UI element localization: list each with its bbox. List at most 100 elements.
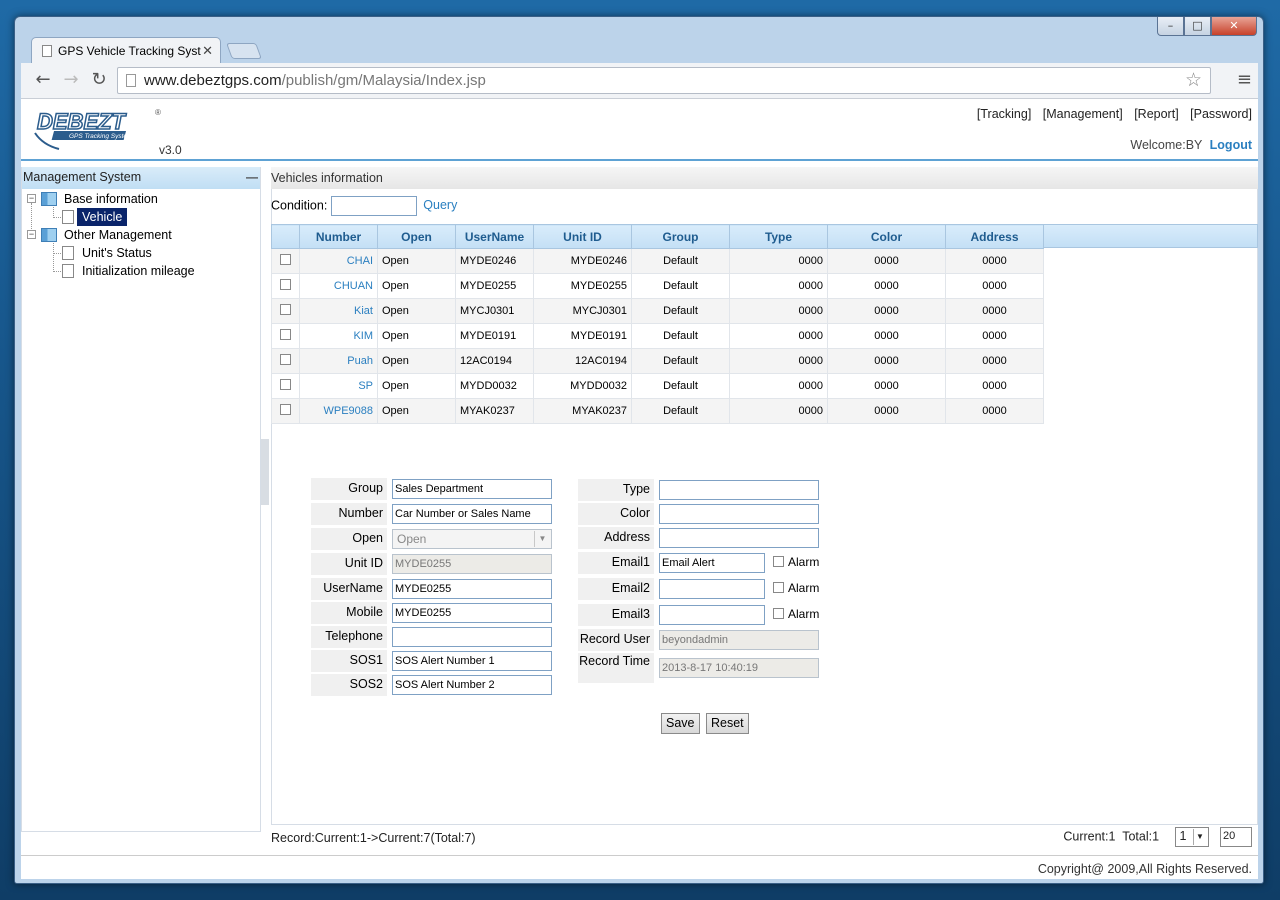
group-field[interactable]: Sales Department [392,479,552,499]
row-checkbox[interactable] [280,254,291,265]
forward-icon[interactable]: → [59,69,83,93]
checkbox-icon[interactable] [773,608,784,619]
table-row[interactable]: SP Open MYDD0032 MYDD0032 Default 0000 0000 000… [271,373,1044,399]
column-header[interactable]: Color [827,224,946,249]
debezt-logo: DEBEZT GPS Tracking System ® [34,108,161,150]
alarm-label: Alarm [788,607,820,621]
sos2-field[interactable]: SOS Alert Number 2 [392,675,552,695]
table-row[interactable]: CHUAN Open MYDE0255 MYDE0255 Default 0000 0000… [271,273,1044,299]
field-label: SOS2 [311,674,387,696]
vehicle-number-link[interactable]: SP [299,373,378,399]
collapse-node-icon[interactable]: − [27,230,36,239]
reload-icon[interactable]: ↻ [87,69,111,93]
vehicle-number-link[interactable]: CHUAN [299,273,378,299]
column-header[interactable]: Type [729,224,828,249]
new-tab-button[interactable] [226,43,262,59]
table-cell: 0000 [729,348,828,374]
sidebar-item-units-status[interactable]: Unit's Status [22,244,252,262]
menu-icon[interactable]: ≡ [1237,69,1252,90]
folder-icon [41,192,57,206]
nav-report[interactable]: [Report] [1134,107,1178,121]
query-link[interactable]: Query [423,198,457,212]
column-header[interactable]: Open [377,224,456,249]
table-cell: Default [631,373,730,399]
column-header[interactable]: UserName [455,224,534,249]
address-field[interactable] [659,528,819,548]
logout-link[interactable]: Logout [1210,138,1252,152]
record-time-field: 2013-8-17 10:40:19 [659,658,819,678]
table-row[interactable]: KIM Open MYDE0191 MYDE0191 Default 0000 0000 00… [271,323,1044,349]
row-checkbox[interactable] [280,329,291,340]
row-checkbox[interactable] [280,354,291,365]
table-cell: MYAK0237 [533,398,632,424]
browser-tab[interactable]: GPS Vehicle Tracking Syst ✕ [31,37,221,65]
email3-field[interactable] [659,605,765,625]
splitter-handle[interactable] [261,439,269,505]
email1-field[interactable]: Email Alert [659,553,765,573]
email1-alarm-checkbox[interactable]: Alarm [773,555,819,569]
browser-toolbar: ← → ↻ www.debeztgps.com/publish/gm/Malay… [21,63,1258,99]
type-field[interactable] [659,480,819,500]
bookmark-star-icon[interactable]: ☆ [1185,69,1202,91]
table-cell: 12AC0194 [455,348,534,374]
vehicle-number-link[interactable]: CHAI [299,248,378,274]
table-row[interactable]: Puah Open 12AC0194 12AC0194 Default 0000 0000 0… [271,348,1044,374]
row-checkbox[interactable] [280,279,291,290]
minimize-icon[interactable]: – [1157,17,1184,36]
column-header[interactable]: Number [299,224,378,249]
collapse-sidebar-icon[interactable]: — [246,170,258,184]
open-select[interactable]: Open ▼ [392,529,552,549]
color-field[interactable] [659,504,819,524]
back-icon[interactable]: ← [31,69,55,93]
sidebar-item-initialization-mileage[interactable]: Initialization mileage [22,262,252,280]
table-header-row: Number Open UserName Unit ID Group Type … [271,224,1044,249]
checkbox-icon[interactable] [773,582,784,593]
vehicle-number-link[interactable]: WPE9088 [299,398,378,424]
column-header[interactable]: Unit ID [533,224,632,249]
close-window-icon[interactable]: ✕ [1211,17,1257,36]
vehicle-grid: Number Open UserName Unit ID Group Type … [271,224,1258,424]
nav-tracking[interactable]: [Tracking] [977,107,1031,121]
row-checkbox[interactable] [280,304,291,315]
condition-input[interactable] [331,196,418,216]
maximize-icon[interactable]: □ [1184,17,1211,36]
checkbox-icon[interactable] [773,556,784,567]
table-row[interactable]: WPE9088 Open MYAK0237 MYAK0237 Default 0000 00… [271,398,1044,424]
page-select[interactable]: 1 ▼ [1174,827,1209,847]
sidebar-item-vehicle[interactable]: Vehicle [22,208,252,226]
nav-password[interactable]: [Password] [1190,107,1252,121]
collapse-node-icon[interactable]: − [27,194,36,203]
username-field[interactable]: MYDE0255 [392,579,552,599]
number-field[interactable]: Car Number or Sales Name [392,504,552,524]
email2-field[interactable] [659,579,765,599]
field-label: Record User [578,629,654,651]
field-label: Email1 [578,552,654,574]
table-row[interactable]: CHAI Open MYDE0246 MYDE0246 Default 0000 0000 0… [271,248,1044,274]
sos1-field[interactable]: SOS Alert Number 1 [392,651,552,671]
email2-alarm-checkbox[interactable]: Alarm [773,581,819,595]
column-header[interactable]: Address [945,224,1044,249]
mobile-field[interactable]: MYDE0255 [392,603,552,623]
email3-alarm-checkbox[interactable]: Alarm [773,607,819,621]
table-cell: 0000 [945,323,1044,349]
table-row[interactable]: Kiat Open MYCJ0301 MYCJ0301 Default 0000 0000 0… [271,298,1044,324]
table-cell: 0000 [729,398,828,424]
column-header[interactable]: Group [631,224,730,249]
nav-management[interactable]: [Management] [1043,107,1123,121]
page-size-input[interactable]: 20 [1220,827,1252,847]
vehicle-number-link[interactable]: KIM [299,323,378,349]
pager: Current:1 Total:1 1 ▼ 20 [1063,827,1252,847]
reset-button[interactable]: Reset [706,713,749,734]
vehicle-number-link[interactable]: Kiat [299,298,378,324]
vehicle-number-link[interactable]: Puah [299,348,378,374]
save-button[interactable]: Save [661,713,700,734]
pager-total: Total:1 [1122,829,1160,844]
svg-text:DEBEZT: DEBEZT [37,109,127,134]
tree-group-base-information[interactable]: − Base information [22,190,252,208]
address-bar[interactable]: www.debeztgps.com/publish/gm/Malaysia/In… [117,67,1211,94]
row-checkbox[interactable] [280,379,291,390]
tree-group-other-management[interactable]: − Other Management [22,226,252,244]
close-tab-icon[interactable]: ✕ [202,43,213,59]
telephone-field[interactable] [392,627,552,647]
row-checkbox[interactable] [280,404,291,415]
